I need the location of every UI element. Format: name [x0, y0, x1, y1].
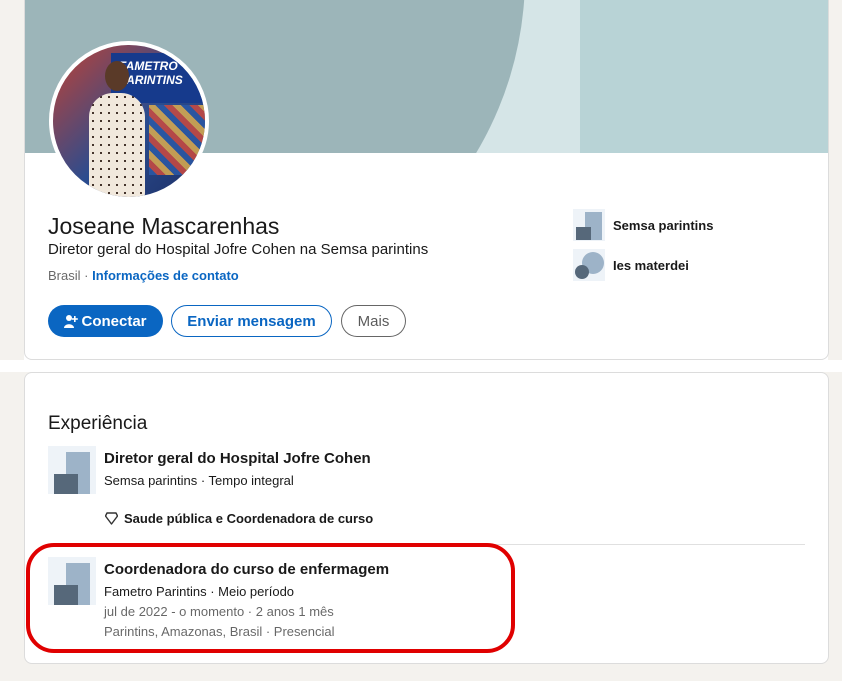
avatar-person-head: [105, 61, 129, 91]
org-item-company[interactable]: Semsa parintins: [573, 209, 713, 241]
connect-button[interactable]: Conectar: [48, 305, 163, 337]
skill-diamond-icon: [105, 512, 118, 525]
job-company: Semsa parintins · Tempo integral: [104, 473, 294, 488]
avatar-person: [89, 93, 145, 197]
job-title[interactable]: Diretor geral do Hospital Jofre Cohen: [104, 450, 371, 467]
profile-avatar[interactable]: FAMETRO PARINTINS: [49, 41, 209, 201]
profile-location-row: Brasil · Informações de contato: [48, 268, 239, 283]
org-item-label: Semsa parintins: [613, 217, 714, 233]
location-separator: ·: [84, 268, 89, 283]
profile-card: FAMETRO PARINTINS Joseane Mascarenhas Di…: [24, 0, 829, 360]
experience-section-title: Experiência: [48, 413, 148, 434]
org-item-school[interactable]: Ies materdei: [573, 249, 689, 281]
company-logo-icon[interactable]: [48, 446, 96, 494]
more-button[interactable]: Mais: [341, 305, 406, 337]
profile-location: Brasil: [48, 268, 81, 283]
avatar-sign-text: FAMETRO PARINTINS: [119, 59, 183, 87]
org-item-label: Ies materdei: [613, 257, 689, 273]
connect-button-label: Conectar: [81, 312, 147, 330]
add-person-icon: [64, 315, 79, 328]
more-button-label: Mais: [357, 312, 390, 330]
highlight-annotation: [26, 543, 515, 653]
card-gap: [0, 360, 842, 372]
profile-name: Joseane Mascarenhas: [48, 213, 280, 239]
company-logo-icon: [573, 209, 605, 241]
avatar-background-pattern: [149, 105, 205, 175]
send-message-button[interactable]: Enviar mensagem: [171, 305, 332, 337]
job-skills-label: Saude pública e Coordenadora de curso: [124, 511, 374, 526]
send-message-button-label: Enviar mensagem: [187, 312, 316, 330]
job-skills[interactable]: Saude pública e Coordenadora de curso: [105, 511, 373, 526]
page-background-bottom: [0, 665, 842, 681]
school-logo-icon: [573, 249, 605, 281]
contact-info-link[interactable]: Informações de contato: [92, 268, 239, 283]
profile-headline: Diretor geral do Hospital Jofre Cohen na…: [48, 241, 429, 258]
